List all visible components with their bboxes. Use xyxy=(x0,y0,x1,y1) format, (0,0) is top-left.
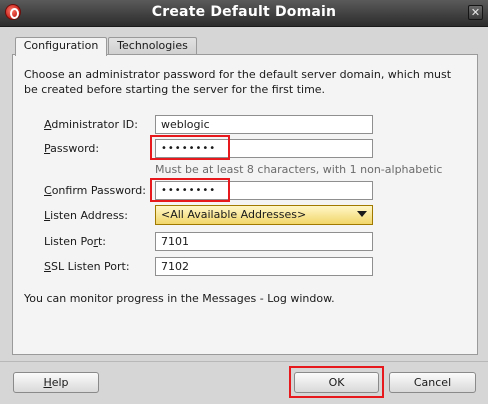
ssl-listen-port-label: SSL Listen Port: xyxy=(44,260,130,273)
cancel-button[interactable]: Cancel xyxy=(389,372,476,393)
footer-divider xyxy=(0,361,488,362)
ok-button[interactable]: OK xyxy=(294,372,379,393)
listen-port-label: Listen Port: xyxy=(44,235,106,248)
listen-address-value: <All Available Addresses> xyxy=(161,208,307,221)
confirm-password-label: Confirm Password: xyxy=(44,184,146,197)
password-label: Password: xyxy=(44,142,100,155)
admin-id-label: Administrator ID: xyxy=(44,118,138,131)
close-icon[interactable]: ✕ xyxy=(468,5,483,20)
tab-configuration[interactable]: Configuration xyxy=(15,37,107,56)
listen-address-select[interactable]: <All Available Addresses> xyxy=(155,205,373,225)
help-button[interactable]: Help xyxy=(13,372,99,393)
tab-technologies[interactable]: Technologies xyxy=(108,37,197,55)
password-highlight xyxy=(150,135,230,160)
listen-port-field[interactable]: 7101 xyxy=(155,232,373,251)
confirm-password-highlight xyxy=(150,178,230,202)
configuration-panel: Choose an administrator password for the… xyxy=(12,54,478,355)
admin-id-field[interactable]: weblogic xyxy=(155,115,373,134)
chevron-down-icon[interactable] xyxy=(357,211,367,217)
password-hint: Must be at least 8 characters, with 1 no… xyxy=(155,163,443,176)
create-default-domain-dialog: Create Default Domain ✕ Configuration Te… xyxy=(0,0,488,404)
dialog-title: Create Default Domain xyxy=(151,4,337,20)
listen-address-label: Listen Address: xyxy=(44,209,128,222)
description-text: Choose an administrator password for the… xyxy=(24,68,452,96)
ssl-listen-port-field[interactable]: 7102 xyxy=(155,257,373,276)
monitor-progress-note: You can monitor progress in the Messages… xyxy=(24,292,335,305)
title-bar[interactable]: Create Default Domain ✕ xyxy=(0,0,488,27)
